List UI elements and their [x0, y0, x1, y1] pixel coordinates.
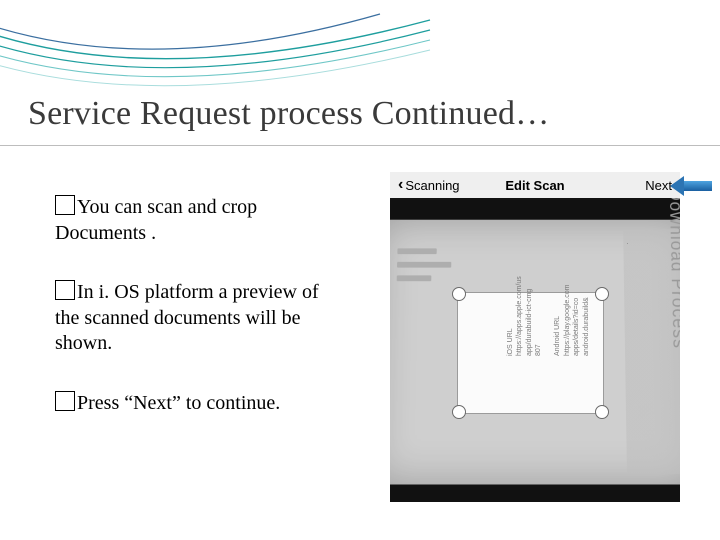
- title-underline: [0, 145, 720, 146]
- scan-viewport: iOS URL https://apps.apple.com/us app/du…: [390, 198, 680, 502]
- crop-handle-top-left[interactable]: [452, 287, 466, 301]
- doc-thumbnail-lines: [396, 248, 466, 289]
- bullet-text: Press “Next” to continue.: [77, 392, 280, 414]
- next-button[interactable]: Next: [645, 178, 672, 193]
- crop-handle-bottom-left[interactable]: [452, 405, 466, 419]
- bullet-text: You can scan and crop Documents .: [55, 196, 257, 244]
- bullet-list: You can scan and crop Documents . In i. …: [55, 195, 335, 451]
- slide: Service Request process Continued… You c…: [0, 0, 720, 540]
- phone-screenshot: ‹ Scanning Edit Scan Next iOS URL https:…: [390, 172, 680, 502]
- bullet-glyph-icon: [55, 195, 75, 215]
- back-label: Scanning: [405, 178, 459, 193]
- phone-nav-bar: ‹ Scanning Edit Scan Next: [390, 172, 680, 198]
- callout-arrow-icon: [672, 178, 712, 194]
- bullet-item: You can scan and crop Documents .: [55, 195, 335, 246]
- slide-title: Service Request process Continued…: [28, 95, 549, 133]
- bullet-glyph-icon: [55, 280, 75, 300]
- crop-handle-bottom-right[interactable]: [595, 405, 609, 419]
- back-button[interactable]: ‹ Scanning: [398, 176, 460, 194]
- chevron-left-icon: ‹: [398, 176, 403, 194]
- bullet-text: In i. OS platform a preview of the scann…: [55, 281, 319, 354]
- crop-rectangle[interactable]: iOS URL https://apps.apple.com/us app/du…: [458, 293, 603, 413]
- crop-preview-text: iOS URL https://apps.apple.com/us app/du…: [506, 227, 591, 356]
- bullet-item: In i. OS platform a preview of the scann…: [55, 280, 335, 357]
- bullet-glyph-icon: [55, 391, 75, 411]
- crop-handle-top-right[interactable]: [595, 287, 609, 301]
- bullet-item: Press “Next” to continue.: [55, 391, 335, 417]
